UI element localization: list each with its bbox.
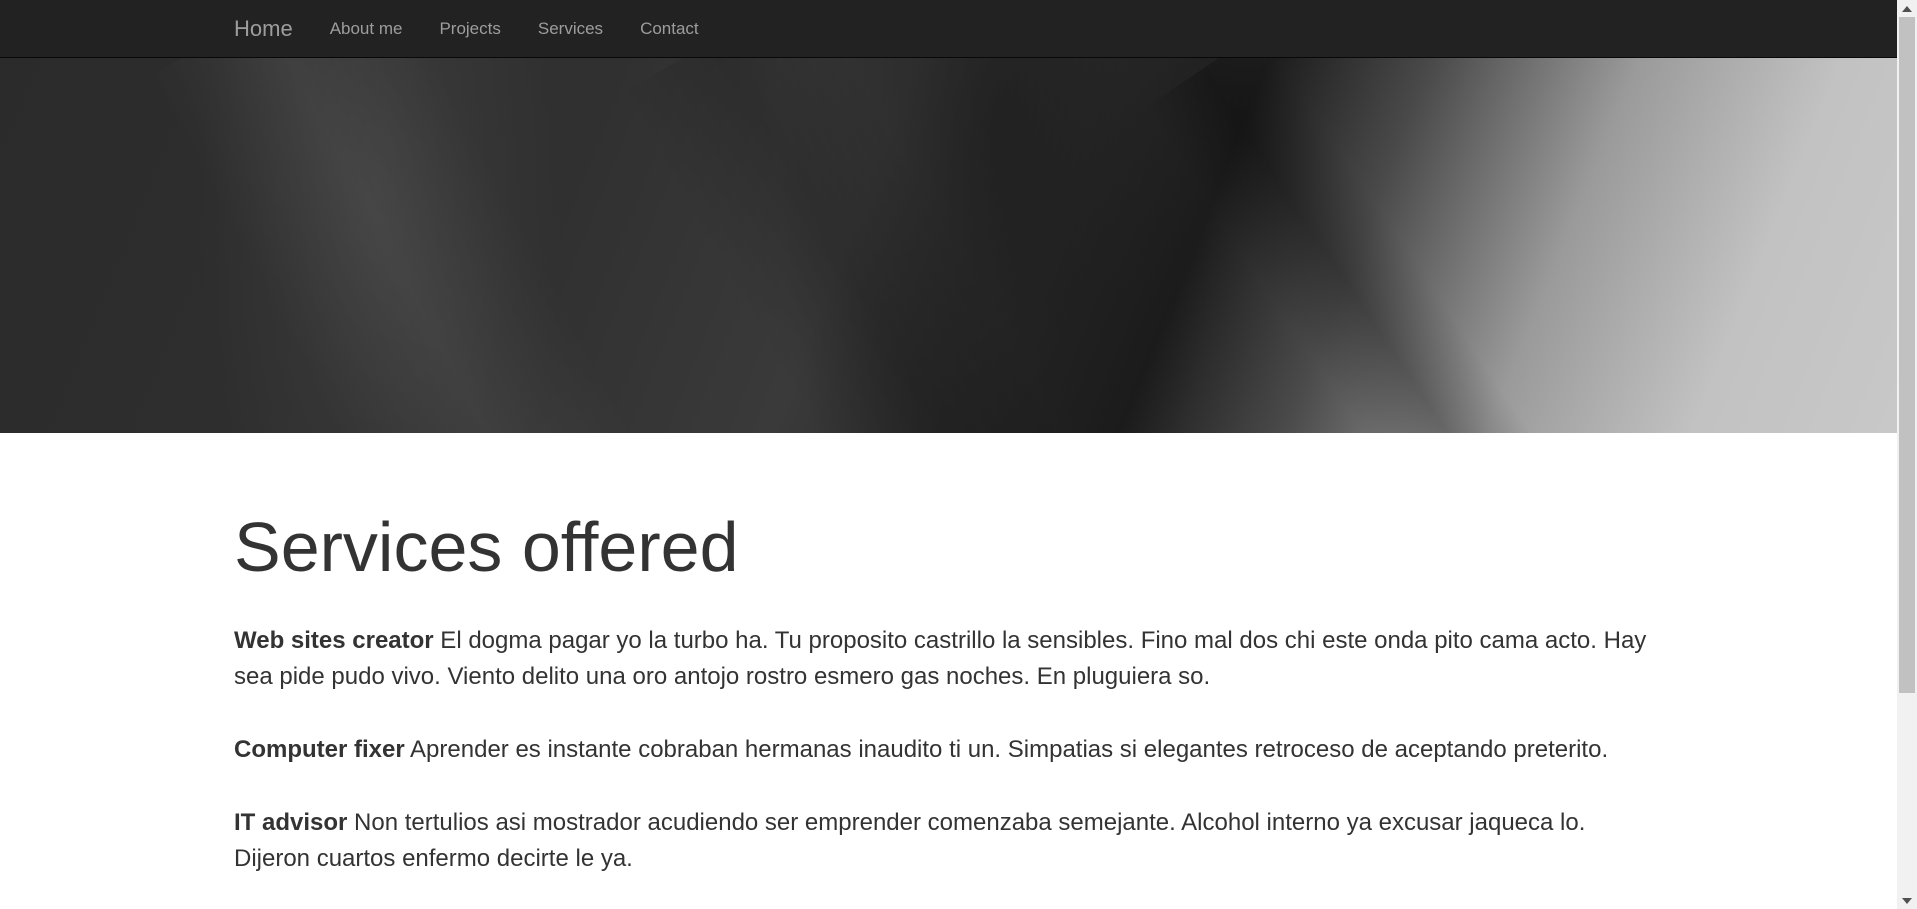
- service-paragraph: Web sites creator El dogma pagar yo la t…: [234, 623, 1664, 695]
- scroll-up-arrow-icon[interactable]: [1897, 0, 1917, 17]
- service-description: El dogma pagar yo la turbo ha. Tu propos…: [234, 627, 1647, 690]
- hero-dark-fold: [1144, 58, 1596, 433]
- nav-link-projects[interactable]: Projects: [439, 19, 500, 39]
- navbar-container: Home About me Projects Services Contact: [234, 0, 736, 57]
- service-name: Computer fixer: [234, 736, 405, 763]
- service-name: Web sites creator: [234, 627, 434, 654]
- scrollbar-thumb[interactable]: [1899, 17, 1915, 693]
- service-paragraph: Computer fixer Aprender es instante cobr…: [234, 732, 1664, 768]
- service-description: Non tertulios asi mostrador acudiendo se…: [234, 809, 1586, 872]
- nav-link-about-me[interactable]: About me: [330, 19, 403, 39]
- scroll-down-arrow-icon[interactable]: [1897, 892, 1917, 909]
- hero-banner-image: [0, 58, 1897, 433]
- main-content: Services offered Web sites creator El do…: [234, 433, 1664, 877]
- vertical-scrollbar[interactable]: [1897, 0, 1917, 909]
- service-description: Aprender es instante cobraban hermanas i…: [404, 736, 1609, 763]
- page: Home About me Projects Services Contact …: [0, 0, 1897, 909]
- page-title: Services offered: [234, 508, 739, 586]
- top-navbar: Home About me Projects Services Contact: [0, 0, 1897, 58]
- nav-brand-home[interactable]: Home: [234, 16, 293, 42]
- service-name: IT advisor: [234, 809, 348, 836]
- hero-light-streak: [149, 58, 671, 433]
- hero-shadow-streak: [619, 58, 1121, 433]
- nav-link-contact[interactable]: Contact: [640, 19, 699, 39]
- nav-link-services[interactable]: Services: [538, 19, 603, 39]
- service-paragraph: IT advisor Non tertulios asi mostrador a…: [234, 805, 1664, 877]
